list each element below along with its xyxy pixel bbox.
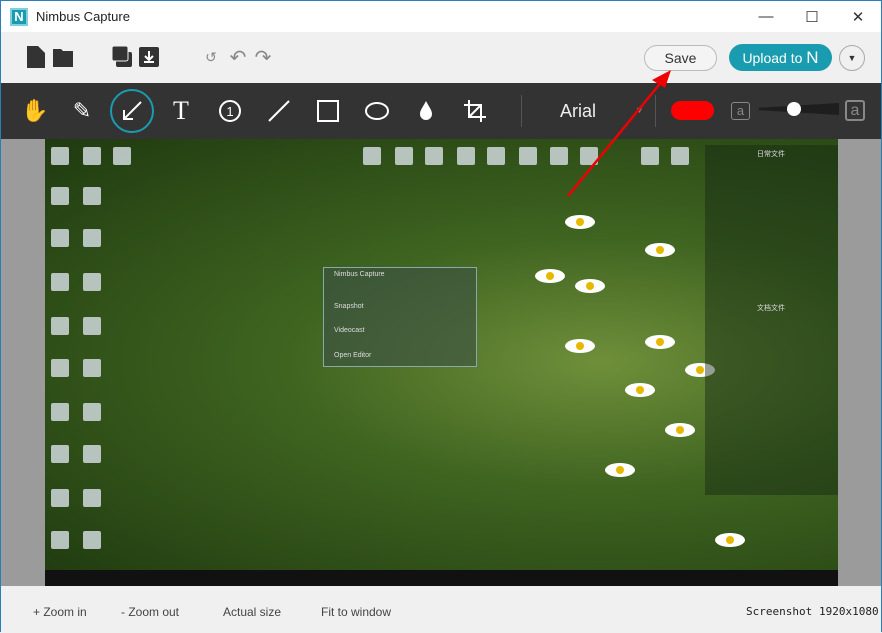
zoom-in-button[interactable]: + Zoom in [33,605,87,619]
actual-size-button[interactable]: Actual size [223,605,281,619]
capture-type: Screenshot [746,605,813,618]
image-dimensions: 1920x1080 [819,605,879,618]
editor-canvas: Nimbus Capture Snapshot Videocast Open E… [1,70,881,586]
zoom-out-button[interactable]: - Zoom out [121,605,179,619]
status-bar: + Zoom in - Zoom out Actual size Fit to … [1,586,881,633]
red-arrow-annotation[interactable] [1,1,881,586]
fit-to-window-button[interactable]: Fit to window [321,605,391,619]
